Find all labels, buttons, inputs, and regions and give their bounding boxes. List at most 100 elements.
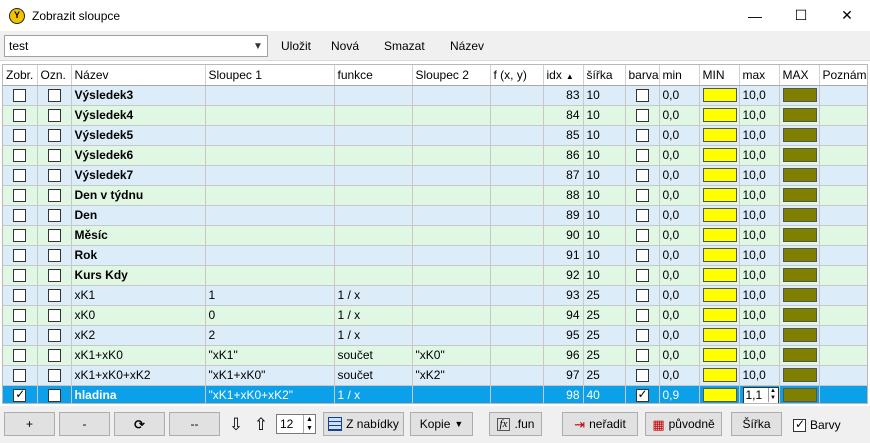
show-cell[interactable] bbox=[3, 265, 38, 286]
column1-cell[interactable] bbox=[205, 165, 335, 186]
move-down-button[interactable]: ⇩ bbox=[225, 412, 247, 436]
mark-cell[interactable] bbox=[37, 145, 72, 166]
table-row[interactable]: Rok 91 10 0,0 10,0 bbox=[3, 245, 867, 266]
show-cell[interactable] bbox=[3, 245, 38, 266]
fxy-cell[interactable] bbox=[490, 225, 544, 246]
mark-cell[interactable] bbox=[37, 245, 72, 266]
max-cell[interactable]: 10,0 bbox=[739, 85, 780, 106]
width-cell[interactable]: 10 bbox=[583, 85, 626, 106]
column1-cell[interactable] bbox=[205, 205, 335, 226]
function-cell[interactable] bbox=[334, 225, 413, 246]
column2-cell[interactable] bbox=[412, 285, 491, 306]
max-color-cell[interactable] bbox=[779, 125, 820, 146]
column-header[interactable]: šířka bbox=[583, 65, 626, 86]
table-row[interactable]: xK0 0 1 / x 94 25 0,0 10,0 bbox=[3, 305, 867, 326]
color-checkbox[interactable] bbox=[635, 89, 649, 103]
show-checkbox[interactable] bbox=[13, 89, 27, 103]
min-color-swatch[interactable] bbox=[702, 108, 737, 122]
max-color-cell[interactable] bbox=[779, 205, 820, 226]
column2-cell[interactable] bbox=[412, 325, 491, 346]
min-color-cell[interactable] bbox=[699, 345, 740, 366]
color-cell[interactable] bbox=[625, 265, 660, 286]
note-cell[interactable] bbox=[819, 385, 867, 403]
show-cell[interactable] bbox=[3, 185, 38, 206]
mark-checkbox[interactable] bbox=[47, 149, 61, 163]
max-cell[interactable]: 1,1 ▲ ▼ bbox=[739, 385, 780, 403]
table-row[interactable]: hladina"xK1+xK0+xK2"1 / x 9840 0,9 1,1 ▲▼ bbox=[3, 385, 867, 403]
max-color-cell[interactable] bbox=[779, 285, 820, 306]
color-checkbox[interactable] bbox=[635, 209, 649, 223]
show-checkbox[interactable] bbox=[13, 169, 27, 183]
note-cell[interactable] bbox=[819, 245, 867, 266]
name-cell[interactable]: Rok bbox=[71, 245, 206, 266]
table-row[interactable]: xK2 2 1 / x 95 25 0,0 10,0 bbox=[3, 325, 867, 346]
table-row[interactable]: Výsledek4 84 10 0,0 10,0 bbox=[3, 105, 867, 126]
column2-cell[interactable] bbox=[412, 185, 491, 206]
remove-row-button[interactable]: - bbox=[59, 412, 110, 436]
fxy-cell[interactable] bbox=[490, 285, 544, 306]
mark-cell[interactable] bbox=[37, 345, 72, 366]
column-header[interactable]: Název bbox=[71, 65, 206, 86]
mark-checkbox[interactable] bbox=[47, 369, 61, 383]
min-color-cell[interactable] bbox=[699, 165, 740, 186]
mark-checkbox[interactable] bbox=[47, 289, 61, 303]
max-cell[interactable]: 10,0 bbox=[739, 345, 780, 366]
max-color-swatch[interactable] bbox=[782, 128, 817, 142]
function-cell[interactable] bbox=[334, 205, 413, 226]
min-color-swatch[interactable] bbox=[702, 248, 737, 262]
show-cell[interactable] bbox=[3, 365, 38, 386]
column1-cell[interactable] bbox=[205, 145, 335, 166]
name-cell[interactable]: xK1+xK0 bbox=[71, 345, 206, 366]
max-color-cell[interactable] bbox=[779, 185, 820, 206]
min-color-cell[interactable] bbox=[699, 325, 740, 346]
min-color-swatch[interactable] bbox=[702, 168, 737, 182]
note-cell[interactable] bbox=[819, 365, 867, 386]
fxy-cell[interactable] bbox=[490, 85, 544, 106]
idx-cell[interactable]: 85 bbox=[543, 125, 584, 146]
min-color-swatch[interactable] bbox=[702, 288, 737, 302]
table-row[interactable]: xK1 1 1 / x 93 25 0,0 10,0 bbox=[3, 285, 867, 306]
max-color-swatch[interactable] bbox=[782, 228, 817, 242]
min-cell[interactable]: 0,0 bbox=[659, 365, 700, 386]
color-cell[interactable] bbox=[625, 105, 660, 126]
show-cell[interactable] bbox=[3, 125, 38, 146]
column-header[interactable]: Zobr. bbox=[3, 65, 38, 86]
note-cell[interactable] bbox=[819, 325, 867, 346]
max-color-swatch[interactable] bbox=[782, 268, 817, 282]
max-cell[interactable]: 10,0 bbox=[739, 285, 780, 306]
min-color-cell[interactable] bbox=[699, 305, 740, 326]
idx-cell[interactable]: 91 bbox=[543, 245, 584, 266]
mark-checkbox[interactable] bbox=[47, 329, 61, 343]
width-cell[interactable]: 25 bbox=[583, 305, 626, 326]
color-checkbox[interactable] bbox=[635, 189, 649, 203]
show-cell[interactable] bbox=[3, 325, 38, 346]
function-cell[interactable] bbox=[334, 265, 413, 286]
column-header[interactable]: f (x, y) bbox=[490, 65, 544, 86]
column-header[interactable]: barva bbox=[625, 65, 660, 86]
fxy-cell[interactable] bbox=[490, 305, 544, 326]
min-cell[interactable]: 0,0 bbox=[659, 105, 700, 126]
name-cell[interactable]: hladina bbox=[71, 385, 206, 403]
column1-cell[interactable] bbox=[205, 105, 335, 126]
mark-checkbox[interactable] bbox=[47, 209, 61, 223]
show-checkbox[interactable] bbox=[13, 349, 27, 363]
column1-cell[interactable]: 0 bbox=[205, 305, 335, 326]
column1-cell[interactable]: "xK1" bbox=[205, 345, 335, 366]
function-cell[interactable] bbox=[334, 185, 413, 206]
show-checkbox[interactable] bbox=[13, 109, 27, 123]
idx-cell[interactable]: 84 bbox=[543, 105, 584, 126]
min-color-swatch[interactable] bbox=[702, 228, 737, 242]
max-color-cell[interactable] bbox=[779, 305, 820, 326]
width-cell[interactable]: 10 bbox=[583, 165, 626, 186]
color-checkbox[interactable] bbox=[635, 149, 649, 163]
function-cell[interactable]: 1 / x bbox=[334, 285, 413, 306]
idx-cell[interactable]: 92 bbox=[543, 265, 584, 286]
max-color-swatch[interactable] bbox=[782, 348, 817, 362]
min-color-cell[interactable] bbox=[699, 185, 740, 206]
mark-checkbox[interactable] bbox=[47, 249, 61, 263]
color-cell[interactable] bbox=[625, 165, 660, 186]
name-cell[interactable]: xK1+xK0+xK2 bbox=[71, 365, 206, 386]
max-cell[interactable]: 10,0 bbox=[739, 365, 780, 386]
column1-cell[interactable] bbox=[205, 85, 335, 106]
min-cell[interactable]: 0,0 bbox=[659, 185, 700, 206]
